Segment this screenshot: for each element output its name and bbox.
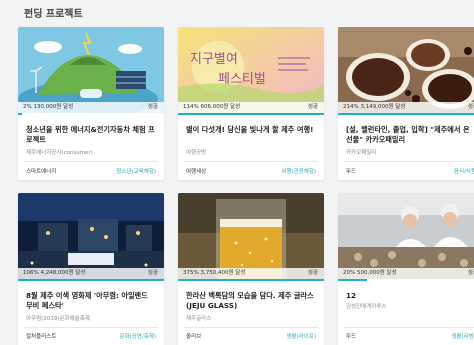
project-thumbnail bbox=[338, 193, 474, 279]
card-subtitle: 제주글라스 bbox=[186, 316, 212, 322]
amount-label: 606,000원 달성 bbox=[200, 104, 241, 110]
project-card[interactable]: 20% 500,000원 달성 성공 12 김성진에게이루스 뚜드 생활(리빙) bbox=[338, 193, 474, 345]
card-subtitle: 카카오패밀리 bbox=[346, 150, 377, 156]
project-thumbnail: 지구별여 페스티벌 bbox=[178, 27, 324, 113]
project-thumbnail bbox=[18, 193, 164, 279]
status-badge: 성공 bbox=[307, 104, 318, 110]
card-title[interactable]: 한라산 백록담의 모습을 담다. 제주 글라스(JEJU GLASS) bbox=[186, 291, 316, 311]
svg-text:지구별여: 지구별여 bbox=[190, 52, 238, 67]
percent-label: 106% bbox=[23, 270, 39, 276]
card-title[interactable]: 청소년을 위한 에너지&전기자동차 체험 프로젝트 bbox=[26, 125, 156, 145]
card-divider bbox=[344, 327, 474, 328]
project-card[interactable]: 214% 3,149,000원 달성 성공 [설, 밸런타인, 졸업, 입학] … bbox=[338, 27, 474, 180]
progress-strip: 20% 500,000원 달성 성공 bbox=[338, 268, 474, 279]
percent-label: 20% bbox=[343, 270, 356, 276]
category-label[interactable]: 문화(공연/축제) bbox=[119, 332, 156, 340]
card-divider bbox=[24, 161, 158, 162]
status-badge: 성공 bbox=[147, 104, 158, 110]
project-thumbnail bbox=[338, 27, 474, 113]
project-thumbnail bbox=[178, 193, 324, 279]
maker-name: 스마트에너지 bbox=[26, 169, 57, 175]
progress-strip: 375% 3,750,400원 달성 성공 bbox=[178, 268, 324, 279]
category-label[interactable]: 생활(라이프) bbox=[286, 332, 316, 340]
maker-name: 올리브 bbox=[186, 334, 202, 340]
amount-label: 4,248,000원 달성 bbox=[40, 270, 86, 276]
progress-strip: 114% 606,000원 달성 성공 bbox=[178, 102, 324, 113]
progress-strip: 106% 4,248,000원 달성 성공 bbox=[18, 268, 164, 279]
percent-label: 375% bbox=[183, 270, 199, 276]
project-thumbnail bbox=[18, 27, 164, 113]
progress-bar bbox=[338, 279, 368, 281]
category-label[interactable]: 음식/식품 bbox=[454, 167, 474, 175]
card-subtitle: 김성진에게이루스 bbox=[346, 304, 387, 310]
status-badge: 성공 bbox=[307, 270, 318, 276]
progress-bar bbox=[178, 279, 324, 281]
percent-label: 2% bbox=[23, 104, 32, 110]
category-label[interactable]: 여행(관광체험) bbox=[281, 167, 316, 175]
status-badge: 성공 bbox=[467, 270, 474, 276]
category-label[interactable]: 생활(리빙) bbox=[451, 332, 474, 340]
category-label[interactable]: 청소년(교육체험) bbox=[116, 167, 156, 175]
amount-label: 3,750,400원 달성 bbox=[200, 270, 246, 276]
svg-text:페스티벌: 페스티벌 bbox=[218, 72, 266, 87]
project-card[interactable]: 106% 4,248,000원 달성 성공 8월 제주 이색 영화제 '아무렴:… bbox=[18, 193, 164, 345]
progress-bar bbox=[18, 279, 164, 281]
status-badge: 성공 bbox=[147, 270, 158, 276]
card-title[interactable]: 8월 제주 이색 영화제 '아무렴: 아일랜드 무비 페스타' bbox=[26, 291, 156, 311]
progress-strip: 214% 3,149,000원 달성 성공 bbox=[338, 102, 474, 113]
maker-name: 여행세상 bbox=[186, 169, 207, 175]
percent-label: 114% bbox=[183, 104, 199, 110]
card-divider bbox=[24, 327, 158, 328]
amount-label: 500,000원 달성 bbox=[356, 270, 397, 276]
amount-label: 130,000원 달성 bbox=[33, 104, 74, 110]
card-divider bbox=[184, 327, 318, 328]
amount-label: 3,149,000원 달성 bbox=[360, 104, 406, 110]
progress-bar bbox=[338, 113, 474, 115]
project-card[interactable]: 375% 3,750,400원 달성 성공 한라산 백록담의 모습을 담다. 제… bbox=[178, 193, 324, 345]
card-divider bbox=[184, 161, 318, 162]
section-title: 펀딩 프로젝트 bbox=[24, 9, 83, 20]
card-subtitle: 여행공방 bbox=[186, 150, 207, 156]
progress-bar bbox=[18, 113, 23, 115]
card-title[interactable]: 12 bbox=[346, 291, 474, 301]
card-subtitle: 아무렴(2019)문화예술축제 bbox=[26, 316, 90, 322]
status-badge: 성공 bbox=[467, 104, 474, 110]
card-title[interactable]: 별이 다섯개! 당신을 빛나게 할 제주 여행! bbox=[186, 125, 316, 135]
maker-name: 뚜드 bbox=[346, 334, 357, 340]
card-subtitle: 제주에너지공사(consumer) bbox=[26, 150, 93, 156]
card-divider bbox=[344, 161, 474, 162]
card-title[interactable]: [설, 밸런타인, 졸업, 입학] "제주에서 온 선물" 카카오패밀리 bbox=[346, 125, 474, 145]
project-card[interactable]: 지구별여 페스티벌 114% 606,000원 달성 성공 별이 다섯개! 당신… bbox=[178, 27, 324, 180]
maker-name: 컬처플러스트 bbox=[26, 334, 57, 340]
progress-strip: 2% 130,000원 달성 성공 bbox=[18, 102, 164, 113]
project-card[interactable]: 2% 130,000원 달성 성공 청소년을 위한 에너지&전기자동차 체험 프… bbox=[18, 27, 164, 180]
percent-label: 214% bbox=[343, 104, 359, 110]
maker-name: 뚜드 bbox=[346, 169, 357, 175]
progress-bar bbox=[178, 113, 324, 115]
